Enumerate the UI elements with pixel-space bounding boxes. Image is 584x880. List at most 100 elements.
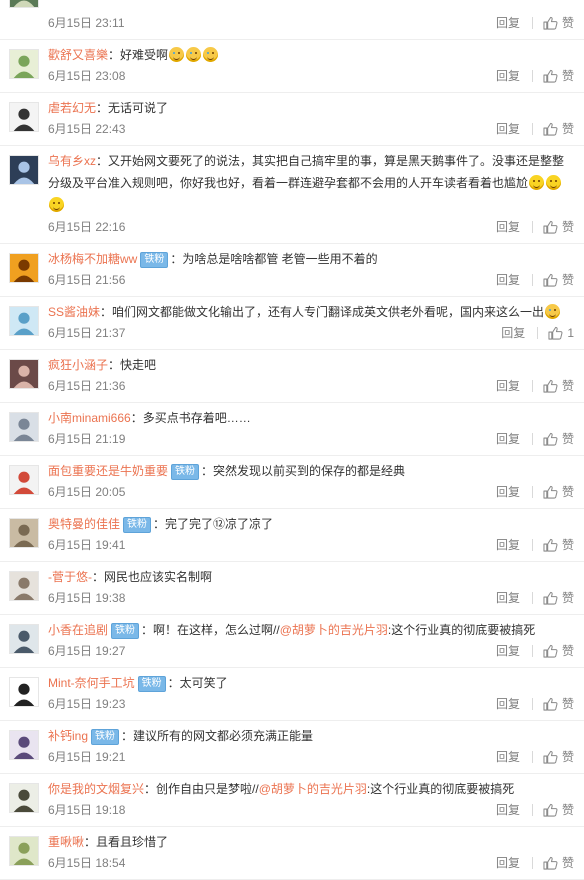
reply-button[interactable]: 回复 [496, 800, 520, 820]
avatar[interactable] [9, 730, 39, 760]
action-divider [531, 70, 533, 82]
mention-link[interactable]: @胡萝卜的吉光片羽 [259, 782, 367, 796]
avatar[interactable] [9, 465, 39, 495]
avatar[interactable] [9, 306, 39, 336]
comment-body: 小香在追剧 铁粉 ：啊！在这样，怎么过啊//@胡萝卜的吉光片羽:这个行业真的彻底要被… [48, 619, 574, 641]
fan-badge[interactable]: 铁粉 [111, 623, 140, 639]
fan-badge[interactable]: 铁粉 [140, 252, 169, 268]
comment-username[interactable]: 乌有乡xz [48, 154, 96, 168]
like-count: 赞 [561, 750, 574, 764]
like-button[interactable]: 赞 [543, 429, 574, 449]
comment-text: ：创作自由只是梦啦// [144, 782, 259, 796]
comment-timestamp: 6月15日 21:37 [48, 326, 126, 340]
fan-badge[interactable]: 铁粉 [91, 729, 120, 745]
like-button[interactable]: 赞 [543, 66, 574, 86]
comment-meta: 6月15日 19:27 回复 赞 [48, 641, 574, 661]
like-button[interactable]: 1 [548, 323, 574, 343]
avatar[interactable] [9, 836, 39, 866]
reply-button[interactable]: 回复 [496, 482, 520, 502]
avatar[interactable] [9, 102, 39, 132]
comment-username[interactable]: Mint-奈何手工坑 [48, 676, 135, 690]
like-button[interactable]: 赞 [543, 853, 574, 873]
comment-username[interactable]: 补钙ing [48, 729, 88, 743]
avatar[interactable] [9, 412, 39, 442]
comment-username[interactable]: -菅于悠- [48, 570, 92, 584]
reply-button[interactable]: 回复 [496, 119, 520, 139]
reply-button[interactable]: 回复 [496, 429, 520, 449]
like-button[interactable]: 赞 [543, 119, 574, 139]
action-divider [531, 645, 533, 657]
laugh-emoji-icon [49, 197, 64, 212]
avatar[interactable] [9, 783, 39, 813]
comment-meta: 6月15日 21:56 回复 赞 [48, 270, 574, 290]
fan-badge[interactable]: 铁粉 [171, 464, 200, 480]
comment-actions: 回复 赞 [496, 119, 574, 139]
avatar[interactable] [9, 624, 39, 654]
comment-username[interactable]: 你是我的文烟复兴 [48, 782, 144, 796]
like-button[interactable]: 赞 [543, 535, 574, 555]
comment-username[interactable]: SS酱油妹 [48, 305, 100, 319]
like-button[interactable]: 赞 [543, 694, 574, 714]
comment-username[interactable]: 重啾啾 [48, 835, 84, 849]
reply-button[interactable]: 回复 [496, 535, 520, 555]
avatar[interactable] [9, 0, 39, 8]
mention-link[interactable]: @胡萝卜的吉光片羽 [280, 623, 388, 637]
comment-username[interactable]: 歡舒又喜樂 [48, 48, 108, 62]
comment-timestamp: 6月15日 19:21 [48, 750, 126, 764]
avatar[interactable] [9, 253, 39, 283]
comment-text-continued: :这个行业真的彻底要被搞死 [387, 623, 536, 637]
comment-timestamp: 6月15日 23:11 [48, 16, 125, 30]
like-count: 赞 [561, 803, 574, 817]
comment-username[interactable]: 小南minami666 [48, 411, 131, 425]
comment-username[interactable]: 奥特曼的佳佳 [48, 517, 120, 531]
reply-button[interactable]: 回复 [501, 323, 525, 343]
like-button[interactable]: 赞 [543, 482, 574, 502]
comment-meta: 6月15日 19:41 回复 赞 [48, 535, 574, 555]
like-button[interactable]: 赞 [543, 270, 574, 290]
avatar[interactable] [9, 518, 39, 548]
comment-body: 补钙ing 铁粉 ：建议所有的网文都必须充满正能量 [48, 725, 574, 747]
comment-meta: 6月15日 19:38 回复 赞 [48, 588, 574, 608]
reply-button[interactable]: 回复 [496, 270, 520, 290]
avatar[interactable] [9, 571, 39, 601]
comment-actions: 回复 赞 [496, 641, 574, 661]
reply-button[interactable]: 回复 [496, 588, 520, 608]
comment-username[interactable]: 冰杨梅不加糖ww [48, 252, 137, 266]
fan-badge[interactable]: 铁粉 [123, 517, 152, 533]
thumbs-up-icon [543, 697, 562, 711]
comment-username[interactable]: 小香在追剧 [48, 623, 108, 637]
comment-actions: 回复 赞 [496, 217, 574, 237]
like-count: 赞 [561, 122, 574, 136]
reply-button[interactable]: 回复 [496, 641, 520, 661]
fan-badge[interactable]: 铁粉 [137, 676, 166, 692]
like-button[interactable]: 赞 [543, 747, 574, 767]
like-button[interactable]: 赞 [543, 588, 574, 608]
like-button[interactable]: 赞 [543, 217, 574, 237]
reply-button[interactable]: 回复 [496, 13, 520, 33]
reply-button[interactable]: 回复 [496, 217, 520, 237]
avatar[interactable] [9, 49, 39, 79]
reply-button[interactable]: 回复 [496, 376, 520, 396]
like-button[interactable]: 赞 [543, 13, 574, 33]
reply-button[interactable]: 回复 [496, 853, 520, 873]
action-divider [531, 539, 533, 551]
comment-body: 你是我的文烟复兴：创作自由只是梦啦//@胡萝卜的吉光片羽:这个行业真的彻底要被搞… [48, 778, 574, 800]
comment-timestamp: 6月15日 22:43 [48, 122, 126, 136]
like-count: 赞 [561, 379, 574, 393]
comment-username[interactable]: 虐若幻无 [48, 101, 96, 115]
comment-username[interactable]: 疯狂小涵子 [48, 358, 108, 372]
comment-text-continued: :这个行业真的彻底要被搞死 [366, 782, 515, 796]
thumbs-up-icon [548, 326, 567, 340]
comment-username[interactable]: 面包重要还是牛奶重要 [48, 464, 168, 478]
reply-button[interactable]: 回复 [496, 747, 520, 767]
avatar[interactable] [9, 155, 39, 185]
action-divider [531, 698, 533, 710]
reply-button[interactable]: 回复 [496, 66, 520, 86]
comment-actions: 回复 赞 [496, 853, 574, 873]
like-button[interactable]: 赞 [543, 376, 574, 396]
reply-button[interactable]: 回复 [496, 694, 520, 714]
like-button[interactable]: 赞 [543, 641, 574, 661]
like-button[interactable]: 赞 [543, 800, 574, 820]
avatar[interactable] [9, 677, 39, 707]
avatar[interactable] [9, 359, 39, 389]
